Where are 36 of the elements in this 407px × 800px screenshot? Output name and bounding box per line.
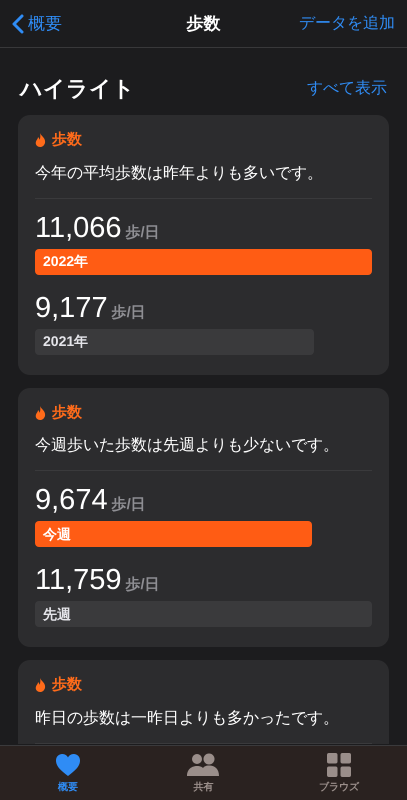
unit-label: 歩/日 xyxy=(112,495,146,515)
card-summary: 今週歩いた歩数は先週よりも少ないです。 xyxy=(35,434,372,471)
flame-icon xyxy=(35,406,46,420)
flame-icon xyxy=(35,678,46,692)
grid-icon xyxy=(327,753,352,777)
highlight-card[interactable]: 歩数 今年の平均歩数は昨年よりも多いです。 11,066 歩/日 2022年 9,177 歩/日 2021年 xyxy=(18,115,389,374)
back-icon xyxy=(12,14,24,34)
step-value: 11,066 xyxy=(35,210,122,244)
comparison-bar: 今週 xyxy=(35,521,312,547)
heart-icon xyxy=(54,753,81,777)
tab[interactable]: 共有 xyxy=(163,752,244,795)
card-summary: 昨日の歩数は一昨日よりも多かったです。 xyxy=(35,706,372,744)
flame-icon xyxy=(35,133,46,148)
step-value: 9,177 xyxy=(35,290,108,324)
back-button[interactable]: 概要 xyxy=(12,10,122,36)
page-title: 歩数 xyxy=(185,12,222,35)
comparison-bar: 2021年 xyxy=(35,328,314,354)
show-all-link[interactable]: すべて表示 xyxy=(307,76,387,100)
comparison-bar: 2022年 xyxy=(35,248,372,274)
card-category: 歩数 xyxy=(52,130,82,150)
step-value: 11,759 xyxy=(35,563,122,597)
highlight-card[interactable]: 歩数 昨日の歩数は一昨日よりも多かったです。 xyxy=(18,660,389,744)
tab[interactable]: 概要 xyxy=(28,752,108,795)
add-data-button[interactable]: データを追加 xyxy=(285,12,395,36)
unit-label: 歩/日 xyxy=(112,302,146,322)
card-category: 歩数 xyxy=(52,402,82,422)
section-title: ハイライト xyxy=(20,75,135,103)
step-value: 9,674 xyxy=(35,483,108,517)
highlight-card[interactable]: 歩数 今週歩いた歩数は先週よりも少ないです。 9,674 歩/日 今週 11,759 歩/日 先週 xyxy=(18,388,389,647)
tab[interactable]: ブラウズ xyxy=(299,752,380,795)
comparison-bar: 先週 xyxy=(35,601,372,627)
card-summary: 今年の平均歩数は昨年よりも多いです。 xyxy=(35,162,372,198)
card-category: 歩数 xyxy=(52,675,82,695)
unit-label: 歩/日 xyxy=(126,575,160,595)
people-icon xyxy=(186,753,220,777)
unit-label: 歩/日 xyxy=(126,222,160,242)
